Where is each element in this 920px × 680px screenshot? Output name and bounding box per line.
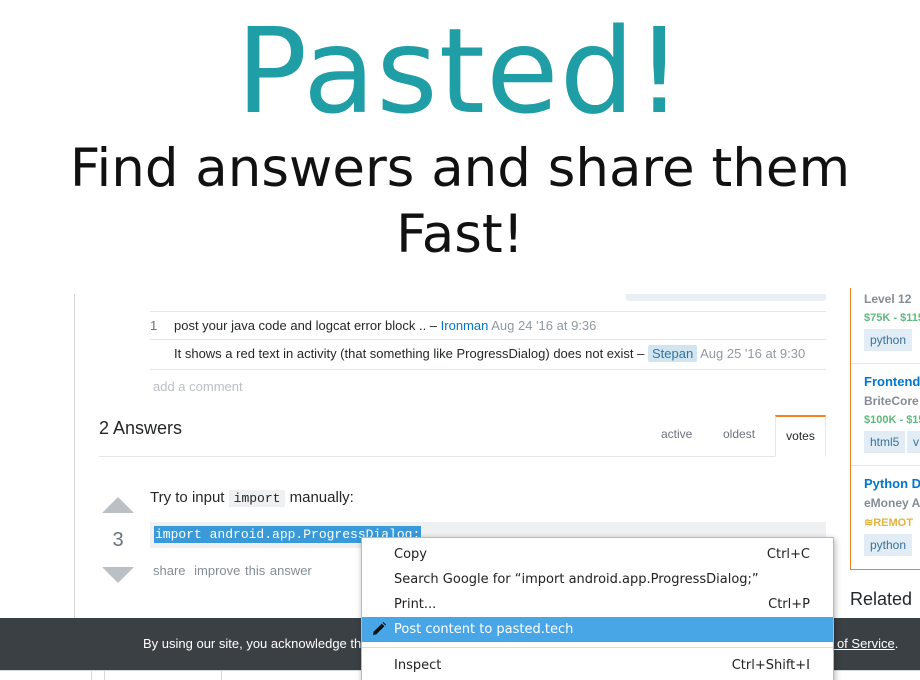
answer-body: Try to input import manually: (150, 488, 354, 509)
menu-item-label: Post content to pasted.tech (394, 622, 574, 637)
job-salary: $100K - $15 (864, 414, 920, 426)
context-menu-post-pasted[interactable]: Post content to pasted.tech (362, 617, 833, 642)
menu-item-shortcut: Ctrl+P (768, 597, 810, 612)
add-comment-link[interactable]: add a comment (153, 379, 243, 394)
question-code-block-edge (626, 294, 826, 301)
job-remote-text: REMOT (873, 517, 913, 529)
answer-text-before: Try to input (150, 489, 229, 506)
answer-text-after: manually: (285, 489, 354, 506)
job-tag[interactable]: html5 (864, 431, 906, 453)
comment-user-link[interactable]: Ironman (441, 318, 489, 333)
job-company: BriteCore (864, 394, 919, 408)
tab-votes[interactable]: votes (775, 415, 826, 457)
job-listing[interactable]: Level 12 $75K - $115 python (851, 288, 920, 364)
comment-row: It shows a red text in activity (that so… (150, 340, 826, 370)
answers-header: 2 Answers active oldest votes (99, 415, 826, 457)
comment-row: 1 post your java code and logcat error b… (150, 311, 826, 340)
comment-date[interactable]: Aug 24 '16 at 9:36 (491, 318, 596, 333)
job-company: Level 12 (864, 292, 912, 306)
comment-body: post your java code and logcat error blo… (174, 317, 596, 335)
context-menu-search-google[interactable]: Search Google for “import android.app.Pr… (362, 567, 833, 592)
comment-date[interactable]: Aug 25 '16 at 9:30 (700, 346, 805, 361)
cookie-notice-text: By using our site, you acknowledge th (143, 636, 362, 651)
job-tag[interactable]: v (907, 431, 920, 453)
menu-item-label: Search Google for “import android.app.Pr… (394, 572, 759, 587)
divider (221, 671, 222, 680)
banner-title: Pasted! (236, 2, 684, 140)
inline-code: import (228, 490, 286, 507)
job-tag[interactable]: python (864, 534, 913, 556)
job-title[interactable]: Python D (864, 476, 920, 491)
cookie-notice-period: . (894, 636, 899, 651)
job-salary: $75K - $115 (864, 312, 920, 324)
context-menu-separator (362, 647, 833, 648)
content-left-border (74, 294, 75, 624)
menu-item-label: Print... (394, 597, 437, 612)
comment-score: 1 (150, 318, 158, 333)
banner-subtitle: Find answers and share them Fast! (69, 138, 851, 265)
vote-count: 3 (112, 529, 124, 551)
post-menu: share improve this answer (153, 563, 316, 578)
tab-oldest[interactable]: oldest (723, 427, 755, 441)
answers-count-title: 2 Answers (99, 418, 183, 438)
job-listing[interactable]: Frontend BriteCore $100K - $15 html5 v (851, 364, 920, 466)
context-menu-print[interactable]: Print... Ctrl+P (362, 592, 833, 617)
job-tag[interactable]: python (864, 329, 913, 351)
comment-user-link-op[interactable]: Stepan (648, 345, 698, 362)
jobs-sidebar: Level 12 $75K - $115 python Frontend Bri… (850, 288, 920, 570)
related-heading: Related (850, 589, 913, 609)
menu-item-shortcut: Ctrl+C (766, 547, 810, 562)
menu-item-shortcut: Ctrl+Shift+I (731, 658, 810, 673)
job-remote-badge: ≋REMOT (864, 516, 913, 529)
tab-active[interactable]: active (661, 427, 692, 441)
divider (91, 671, 92, 680)
comment-text: post your java code and logcat error blo… (174, 318, 441, 333)
context-menu-inspect[interactable]: Inspect Ctrl+Shift+I (362, 653, 833, 678)
comment-text: It shows a red text in activity (that so… (174, 346, 648, 361)
share-link[interactable]: share (153, 563, 186, 578)
downvote-icon[interactable] (102, 567, 134, 583)
job-title[interactable]: Frontend (864, 374, 920, 389)
context-menu-copy[interactable]: Copy Ctrl+C (362, 542, 833, 567)
job-listing[interactable]: Python D eMoney A ≋REMOT python (851, 466, 920, 569)
job-company: eMoney A (864, 496, 920, 510)
context-menu: Copy Ctrl+C Search Google for “import an… (361, 537, 834, 680)
wifi-icon: ≋ (864, 517, 874, 529)
pencil-icon (373, 622, 386, 635)
improve-answer-link[interactable]: improve this answer (194, 563, 312, 578)
menu-item-label: Inspect (394, 658, 442, 673)
menu-item-label: Copy (394, 547, 427, 562)
divider (104, 671, 105, 680)
comment-body: It shows a red text in activity (that so… (174, 345, 805, 363)
upvote-icon[interactable] (102, 497, 134, 513)
